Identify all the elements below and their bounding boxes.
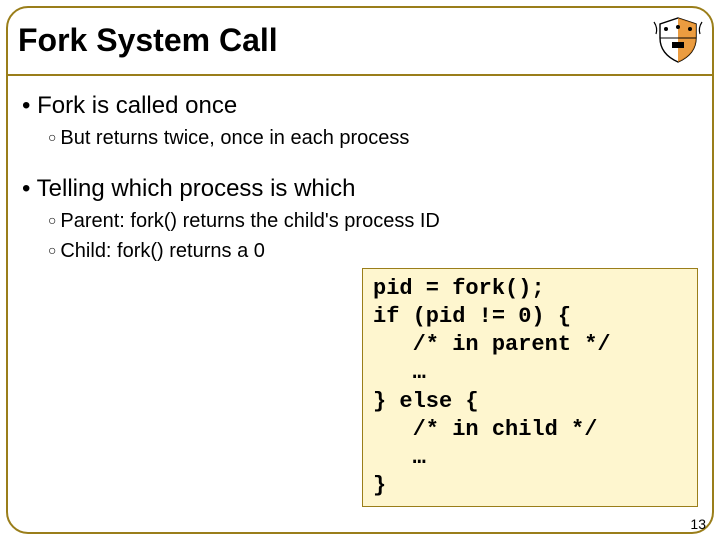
title-divider [8,74,712,76]
princeton-crest-icon [650,14,706,66]
page-number: 13 [690,516,706,532]
bullet-level2: But returns twice, once in each process [48,125,698,151]
bullet-level2: Parent: fork() returns the child's proce… [48,208,698,234]
slide-title: Fork System Call [14,22,278,59]
title-row: Fork System Call [14,10,706,70]
slide-content: Fork is called once But returns twice, o… [22,90,698,268]
code-example: pid = fork(); if (pid != 0) { /* in pare… [362,268,698,507]
bullet-level1: Fork is called once [22,90,698,121]
bullet-level1: Telling which process is which [22,173,698,204]
bullet-level2: Child: fork() returns a 0 [48,238,698,264]
